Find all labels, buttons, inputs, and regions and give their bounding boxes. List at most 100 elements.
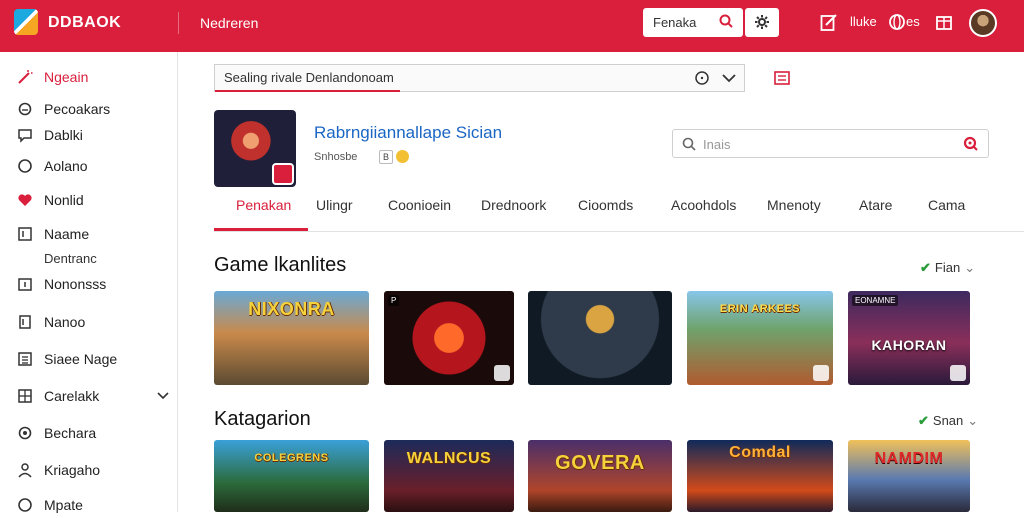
clear-icon[interactable] [694,70,710,91]
game-card[interactable]: WALNCUS [384,440,514,512]
list-view-icon[interactable] [774,70,790,91]
edit-icon[interactable] [820,13,838,38]
main-search-value[interactable]: Sealing rivale Denlandonoam [224,70,394,85]
game-card-caption: KAHORAN [871,337,947,353]
header-link-1[interactable]: lluke [850,14,877,29]
sidebar-item-label: Mpate [44,497,83,513]
sidebar-item-label: Siaee Nage [44,351,118,367]
sidebar-item-dablki[interactable]: Dablki [0,123,178,147]
tab-atare[interactable]: Atare [859,197,892,213]
sidebar-item-nanoo[interactable]: Nanoo [0,310,178,334]
header-link-2[interactable]: es [906,14,920,29]
game-card[interactable]: COLEGRENS [214,440,369,512]
check-icon: ✔ [918,413,929,428]
header-search[interactable]: Fenaka [643,8,743,37]
game-title[interactable]: Rabrngiiannallape Sician [314,123,502,143]
game-card-tag: EONAMNE [852,295,899,306]
list-icon [17,351,33,367]
game-card-caption: GOVERA [555,452,645,474]
chevron-down-icon[interactable] [156,388,170,407]
chat-icon [17,127,33,143]
section-filter-button[interactable]: ✔ Fian ⌄ [920,260,975,276]
tab-cioomds[interactable]: Cioomds [578,197,633,213]
sidebar-item-bechara[interactable]: Bechara [0,421,178,445]
game-card[interactable] [528,291,672,385]
game-subtitle: Snhosbe [314,151,358,163]
tab-acoohdols[interactable]: Acoohdols [671,197,736,213]
game-thumbnail[interactable] [214,110,296,187]
sidebar-item-siaee-nage[interactable]: Siaee Nage [0,347,178,371]
calendar-icon [17,276,33,292]
game-card[interactable]: P [384,291,514,385]
heart-icon [17,192,33,208]
tab-bar: Penakan Ulingr Coonioein Drednoork Cioom… [214,188,1024,232]
active-tab-indicator [214,228,308,231]
game-card-caption: WALNCUS [406,450,492,467]
game-card[interactable]: ERIN ARKEES [687,291,833,385]
game-card[interactable]: NIXONRA [214,291,369,385]
header-search-text[interactable]: Fenaka [653,15,696,30]
sidebar-item-naame[interactable]: Naame [0,222,178,246]
sidebar-item-nonlid[interactable]: Nonlid [0,188,178,212]
sidebar-item-aolano[interactable]: Aolano [0,154,178,178]
game-card-caption: NIXONRA [248,299,335,319]
tab-cama[interactable]: Cama [928,197,965,213]
avatar[interactable] [969,9,997,37]
section-title: Game lkanlites [214,254,347,276]
bracket-icon [17,226,33,242]
app-logo[interactable] [14,9,38,35]
sidebar-item-mpate[interactable]: Mpate [0,493,178,517]
sidebar-item-label: Pecoakars [44,101,111,117]
search-focus-underline [215,90,400,92]
chevron-down-icon[interactable] [721,70,737,91]
app-badge-icon [272,163,294,185]
brand-name: DDBAOK [48,14,122,31]
platform-icon [494,365,510,381]
sidebar-item-label: Carelakk [44,388,100,404]
sidebar-item-nononsss[interactable]: Nononsss [0,272,178,296]
circle-icon [17,497,33,513]
search-icon[interactable] [718,13,734,34]
game-card-caption: ERIN ARKEES [719,303,801,315]
sidebar-item-label: Kriagaho [44,462,101,478]
grid-icon [17,388,33,404]
sidebar-item-label: Naame [44,226,90,242]
tab-ulingr[interactable]: Ulingr [316,197,353,213]
search-go-icon[interactable] [963,136,979,157]
tab-mnenoty[interactable]: Mnenoty [767,197,821,213]
game-card[interactable]: EONAMNE KAHORAN [848,291,970,385]
tab-coonioein[interactable]: Coonioein [388,197,451,213]
gear-icon [754,14,770,35]
sidebar-item-pecoakars[interactable]: Pecoakars [0,97,178,121]
sidebar-item-label: Nononsss [44,276,107,292]
sidebar-item-kriagaho[interactable]: Kriagaho [0,458,178,482]
game-card-caption: NAMDIM [874,450,944,467]
sidebar-item-label: Dablki [44,127,83,143]
game-card[interactable]: Comdal [687,440,833,512]
circle-icon [17,101,33,117]
main-search-input[interactable]: Sealing rivale Denlandonoam [214,64,745,92]
note-icon [17,314,33,330]
section-link[interactable]: Nedreren [200,15,258,31]
platform-icon [813,365,829,381]
section-title: Katagarion [214,408,311,430]
game-card-caption: Comdal [729,444,791,461]
globe-icon[interactable] [888,13,906,36]
game-card[interactable]: NAMDIM [848,440,970,512]
section-sort-button[interactable]: ✔ Snan ⌄ [918,413,978,429]
game-card[interactable]: GOVERA [528,440,672,512]
sidebar-item-ngeain[interactable]: Ngeain [0,65,178,89]
section-sort-label: Snan [932,413,964,428]
tab-penakan[interactable]: Penakan [236,197,291,213]
user-icon [17,462,33,478]
game-search-input[interactable]: Inais [672,129,989,158]
check-icon: ✔ [920,260,931,275]
divider [178,12,179,34]
game-card-tag: P [388,295,400,306]
sidebar-item-label: Aolano [44,158,88,174]
tab-drednoork[interactable]: Drednoork [481,197,546,213]
gift-icon[interactable] [935,13,953,36]
settings-button[interactable] [745,8,779,37]
sidebar-item-carelakk[interactable]: Carelakk [0,384,178,408]
rating-chip: B [379,150,393,164]
